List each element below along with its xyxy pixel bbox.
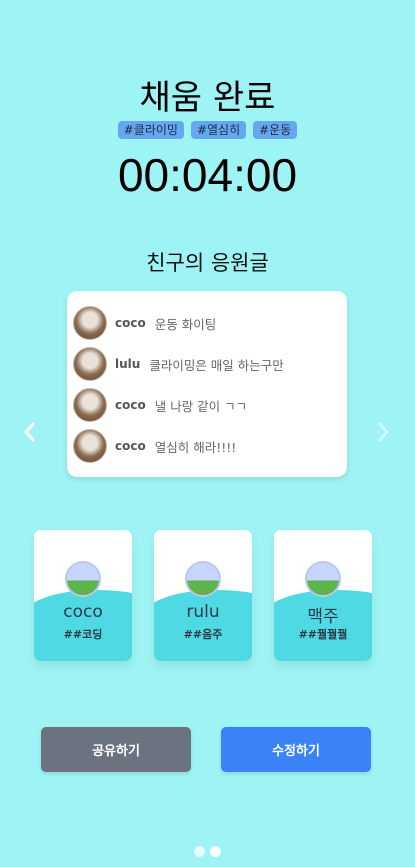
comment-text: 열심히 해라!!!!: [154, 439, 237, 455]
comments-card: coco 운동 화이팅 lulu 클라이밍은 매일 하는구만 coco 낼 나랑…: [67, 291, 347, 477]
comment-author: coco: [115, 316, 146, 330]
comment-author: coco: [115, 398, 146, 412]
page-dot[interactable]: [194, 846, 205, 857]
globe-icon: [65, 561, 101, 597]
chevron-right-icon[interactable]: [368, 420, 398, 450]
friend-name: coco: [63, 602, 103, 622]
pagination-dots: [0, 846, 415, 857]
comment-item: coco 열심히 해라!!!!: [73, 429, 236, 463]
friend-tag: ##음주: [183, 628, 223, 641]
friend-tag: ##코딩: [63, 628, 103, 641]
avatar: [73, 429, 107, 463]
friend-card[interactable]: 맥주 ##꿜꿜꿜: [274, 530, 372, 661]
tag-chip[interactable]: #클라이밍: [117, 121, 184, 139]
friend-tag: ##꿜꿜꿜: [298, 628, 348, 641]
comments-title: 친구의 응원글: [146, 251, 269, 275]
share-button[interactable]: 공유하기: [41, 727, 191, 772]
friend-card[interactable]: coco ##코딩: [34, 530, 132, 661]
comment-text: 낼 나랑 같이 ㄱㄱ: [154, 398, 248, 414]
avatar: [73, 347, 107, 381]
tag-chip[interactable]: #열심히: [190, 121, 247, 139]
comment-author: lulu: [115, 357, 141, 371]
timer-display: 00:04:00: [117, 149, 298, 201]
avatar: [73, 388, 107, 422]
tag-chip[interactable]: #운동: [253, 121, 298, 139]
comment-item: lulu 클라이밍은 매일 하는구만: [73, 347, 284, 381]
friend-name: rulu: [186, 602, 220, 622]
friend-card[interactable]: rulu ##음주: [154, 530, 252, 661]
page-dot-active[interactable]: [210, 846, 221, 857]
edit-button[interactable]: 수정하기: [221, 727, 371, 772]
comment-text: 운동 화이팅: [154, 316, 217, 332]
tag-list: #클라이밍 #열심히 #운동: [0, 121, 415, 139]
comment-author: coco: [115, 439, 146, 453]
comment-item: coco 운동 화이팅: [73, 306, 216, 340]
globe-icon: [185, 561, 221, 597]
comment-item: coco 낼 나랑 같이 ㄱㄱ: [73, 388, 247, 422]
chevron-left-icon[interactable]: [15, 420, 45, 450]
comment-text: 클라이밍은 매일 하는구만: [149, 357, 284, 373]
page-title: 채움 완료: [139, 78, 276, 118]
avatar: [73, 306, 107, 340]
friend-name: 맥주: [307, 607, 339, 627]
globe-icon: [305, 561, 341, 597]
